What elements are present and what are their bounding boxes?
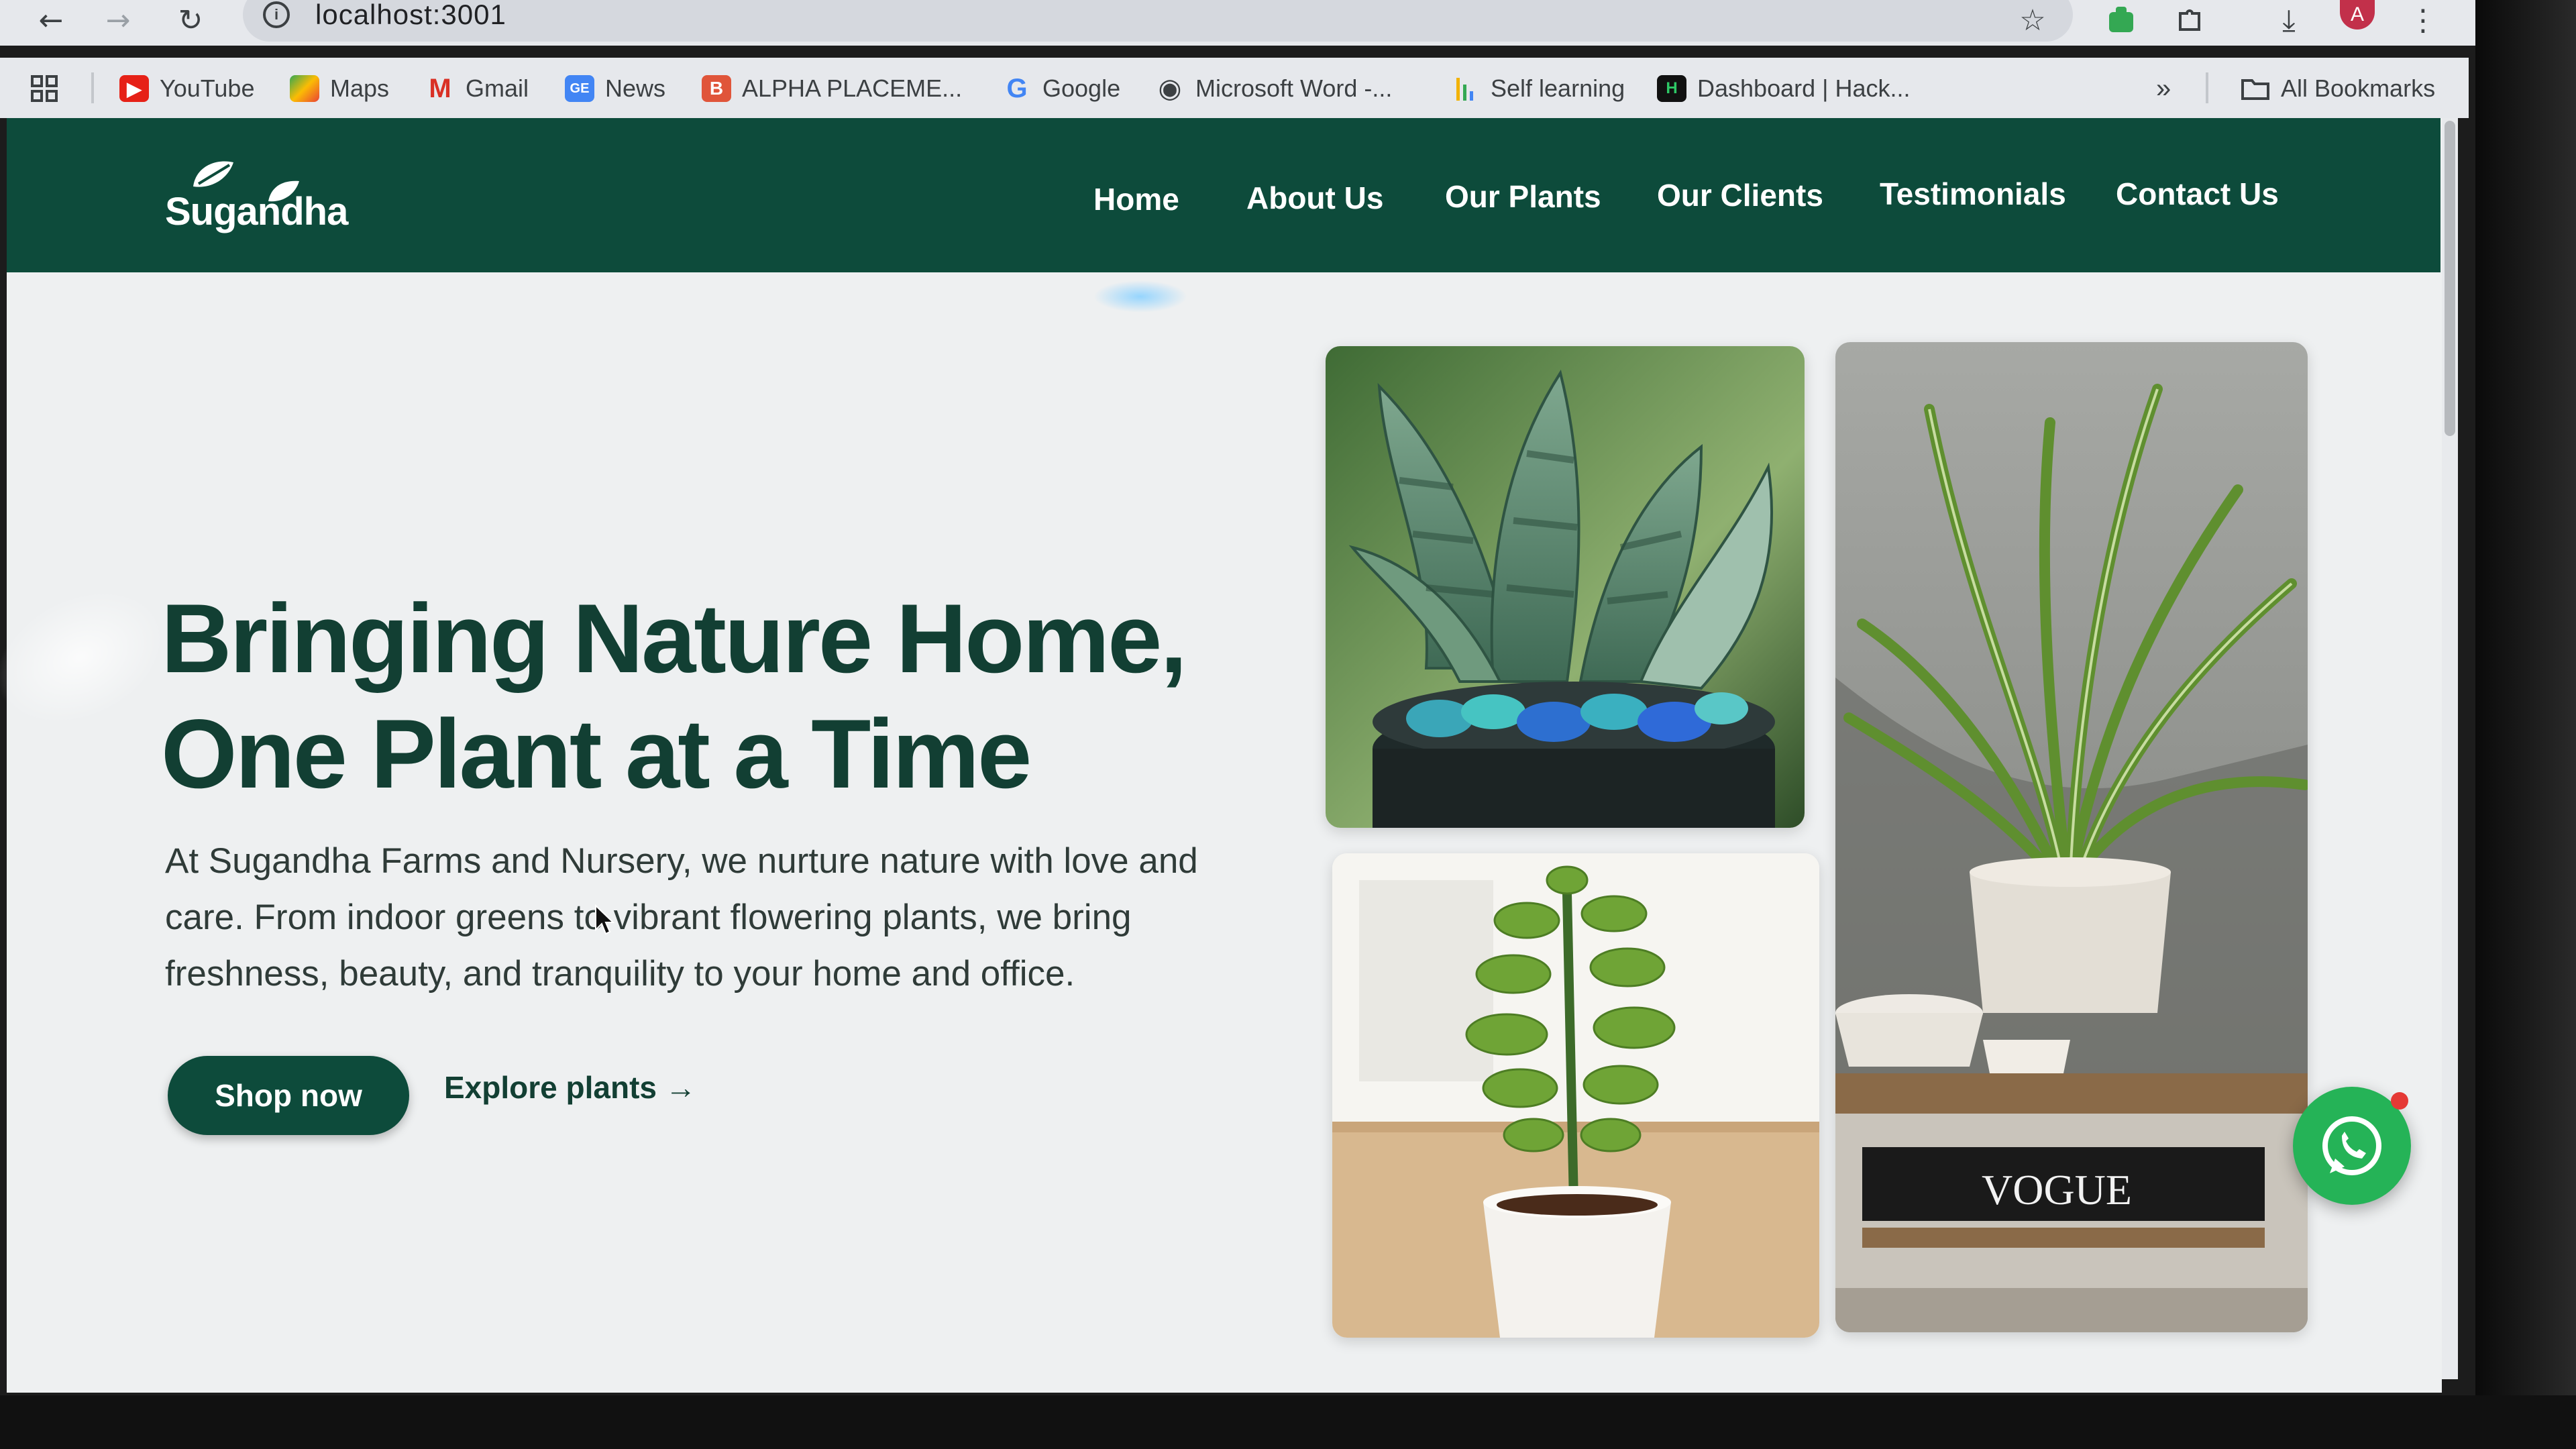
url-text: localhost:3001	[315, 0, 506, 30]
more-bookmarks-chevron-icon[interactable]: »	[2156, 72, 2171, 105]
bookmark-google[interactable]: G Google	[1002, 72, 1120, 105]
scrollbar-thumb[interactable]	[2445, 121, 2455, 436]
all-bookmarks-label: All Bookmarks	[2281, 74, 2436, 102]
monitor-bezel-right	[2475, 0, 2576, 1449]
bookmark-alpha-placement[interactable]: B ALPHA PLACEME...	[702, 72, 962, 105]
headline-line-2: One Plant at a Time	[161, 699, 1032, 808]
bookmark-maps[interactable]: Maps	[290, 72, 389, 105]
blogger-icon: B	[702, 75, 731, 102]
vogue-book-text: VOGUE	[1982, 1166, 2132, 1214]
screen: ← → ↻ i localhost:3001 ☆ ⤓ A ⋮ ▶ YouTube…	[0, 0, 2576, 1449]
nav-testimonials[interactable]: Testimonials	[1880, 176, 2066, 212]
jade-plant-photo	[1332, 853, 1819, 1338]
hackerrank-icon: H	[1657, 75, 1686, 102]
download-icon[interactable]: ⤓	[2269, 0, 2309, 40]
notification-dot	[2391, 1092, 2408, 1110]
browser-toolbar: ← → ↻ i localhost:3001 ☆ ⤓ A ⋮	[0, 0, 2522, 46]
website-viewport: Sugandha Home About Us Our Plants Our Cl…	[7, 118, 2442, 1393]
site-navbar: Sugandha Home About Us Our Plants Our Cl…	[7, 118, 2440, 272]
bookmark-label: Maps	[330, 74, 390, 102]
address-bar[interactable]: i localhost:3001	[243, 0, 2073, 42]
nav-about-us[interactable]: About Us	[1246, 180, 1383, 216]
bookmarks-divider	[91, 72, 94, 103]
bookmark-label: Dashboard | Hack...	[1697, 74, 1911, 102]
globe-icon: ◉	[1158, 73, 1182, 104]
headline-line-1: Bringing Nature Home,	[161, 584, 1187, 693]
bookmark-label: Gmail	[466, 74, 529, 102]
youtube-icon: ▶	[119, 75, 149, 102]
news-icon: GE	[565, 75, 594, 102]
site-info-icon[interactable]: i	[263, 1, 290, 28]
maps-icon	[290, 75, 319, 102]
monitor-bezel-bottom	[0, 1395, 2576, 1449]
nav-contact-us[interactable]: Contact Us	[2116, 176, 2279, 212]
site-logo[interactable]: Sugandha	[165, 157, 360, 237]
profile-avatar[interactable]: A	[2340, 0, 2375, 30]
kebab-menu-icon[interactable]: ⋮	[2403, 0, 2443, 40]
page-scrollbar[interactable]	[2442, 118, 2458, 1379]
bookmark-self-learning[interactable]: Self learning	[1450, 72, 1625, 105]
gmail-icon: M	[429, 73, 451, 103]
reload-icon[interactable]: ↻	[170, 0, 211, 40]
bookmark-label: Microsoft Word -...	[1195, 74, 1393, 102]
bars-icon	[1450, 75, 1480, 102]
nav-our-clients[interactable]: Our Clients	[1657, 177, 1823, 213]
snake-plant-photo	[1326, 346, 1805, 828]
puzzle-extensions-icon[interactable]	[2169, 0, 2210, 40]
bookmarks-divider	[2206, 72, 2208, 103]
spider-plant-photo: VOGUE	[1835, 342, 2308, 1332]
star-icon[interactable]: ☆	[2012, 0, 2053, 40]
bookmark-label: YouTube	[160, 74, 255, 102]
folder-icon	[2241, 75, 2270, 102]
forward-arrow-icon[interactable]: →	[98, 0, 138, 40]
bookmarks-bar: ▶ YouTube Maps M Gmail GE News B ALPHA P…	[0, 58, 2469, 118]
bookmark-dashboard-hackerrank[interactable]: H Dashboard | Hack...	[1657, 72, 1911, 105]
all-bookmarks-folder[interactable]: All Bookmarks	[2241, 72, 2435, 105]
nav-our-plants[interactable]: Our Plants	[1445, 178, 1601, 215]
bookmark-gmail[interactable]: M Gmail	[425, 72, 529, 105]
bookmark-news[interactable]: GE News	[565, 72, 665, 105]
explore-plants-link[interactable]: Explore plants →	[444, 1069, 696, 1106]
back-arrow-icon[interactable]: ←	[31, 0, 71, 40]
hero-headline: Bringing Nature Home, One Plant at a Tim…	[161, 581, 1301, 812]
extension-icon[interactable]	[2101, 0, 2141, 40]
bookmark-label: News	[605, 74, 666, 102]
bookmark-microsoft-word[interactable]: ◉ Microsoft Word -...	[1155, 72, 1393, 105]
bookmark-youtube[interactable]: ▶ YouTube	[119, 72, 254, 105]
shop-now-button[interactable]: Shop now	[168, 1056, 409, 1135]
logo-wordmark: Sugandha	[165, 190, 348, 233]
nav-home[interactable]: Home	[1093, 181, 1179, 217]
bookmark-label: Self learning	[1491, 74, 1625, 102]
google-icon: G	[1006, 73, 1028, 103]
mouse-cursor-icon	[595, 904, 614, 935]
apps-grid-icon[interactable]	[30, 72, 59, 105]
bookmark-label: ALPHA PLACEME...	[742, 74, 963, 102]
hero-subtext: At Sugandha Farms and Nursery, we nurtur…	[165, 841, 1198, 994]
active-nav-indicator	[1093, 280, 1187, 313]
whatsapp-icon	[2322, 1116, 2381, 1175]
bookmark-label: Google	[1042, 74, 1121, 102]
